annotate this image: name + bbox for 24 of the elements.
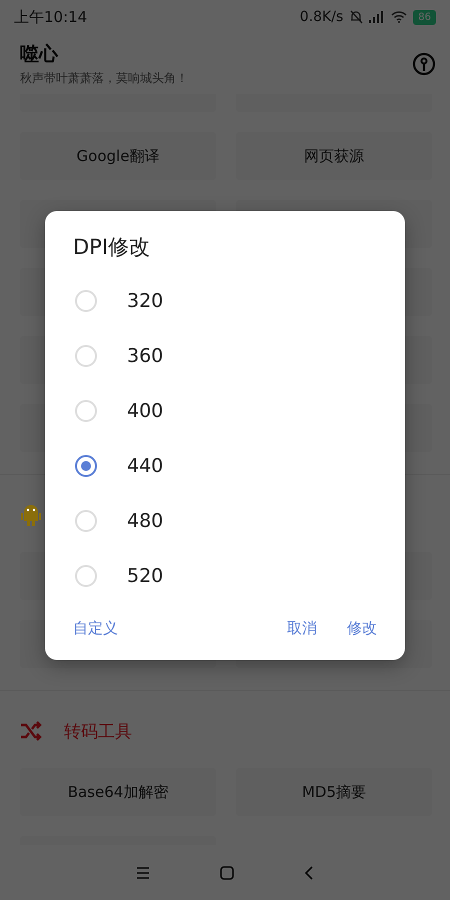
app-title: 噬心 [20, 42, 60, 67]
dialog-button[interactable]: 取消 [279, 615, 325, 642]
dialog-title: DPI修改 [72, 234, 152, 261]
dialog-button[interactable]: 修改 [339, 615, 385, 642]
app-subtitle: 秋声带叶萧萧落，莫响城头角！ [20, 70, 189, 87]
signal-icon [369, 11, 386, 23]
status-time: 上午10:14 [14, 8, 88, 26]
section-title: 转码工具 [64, 720, 132, 742]
option-label: 480 [127, 510, 164, 532]
info-icon[interactable] [412, 52, 436, 76]
option-label: 320 [127, 290, 164, 312]
home-icon[interactable] [220, 866, 234, 880]
option-label: 520 [127, 564, 164, 586]
back-icon[interactable] [304, 866, 314, 880]
dialog-button[interactable]: 自定义 [65, 615, 126, 642]
radio-button[interactable] [75, 454, 97, 476]
option-label: 400 [127, 400, 164, 422]
network-speed: 0.8K/s [300, 9, 344, 25]
battery-level: 86 [413, 10, 436, 24]
bell-off-icon [349, 10, 364, 24]
menu-icon[interactable] [136, 866, 150, 878]
wifi-icon [391, 11, 408, 23]
option-label: 360 [127, 344, 164, 366]
option-label: 440 [127, 454, 164, 476]
